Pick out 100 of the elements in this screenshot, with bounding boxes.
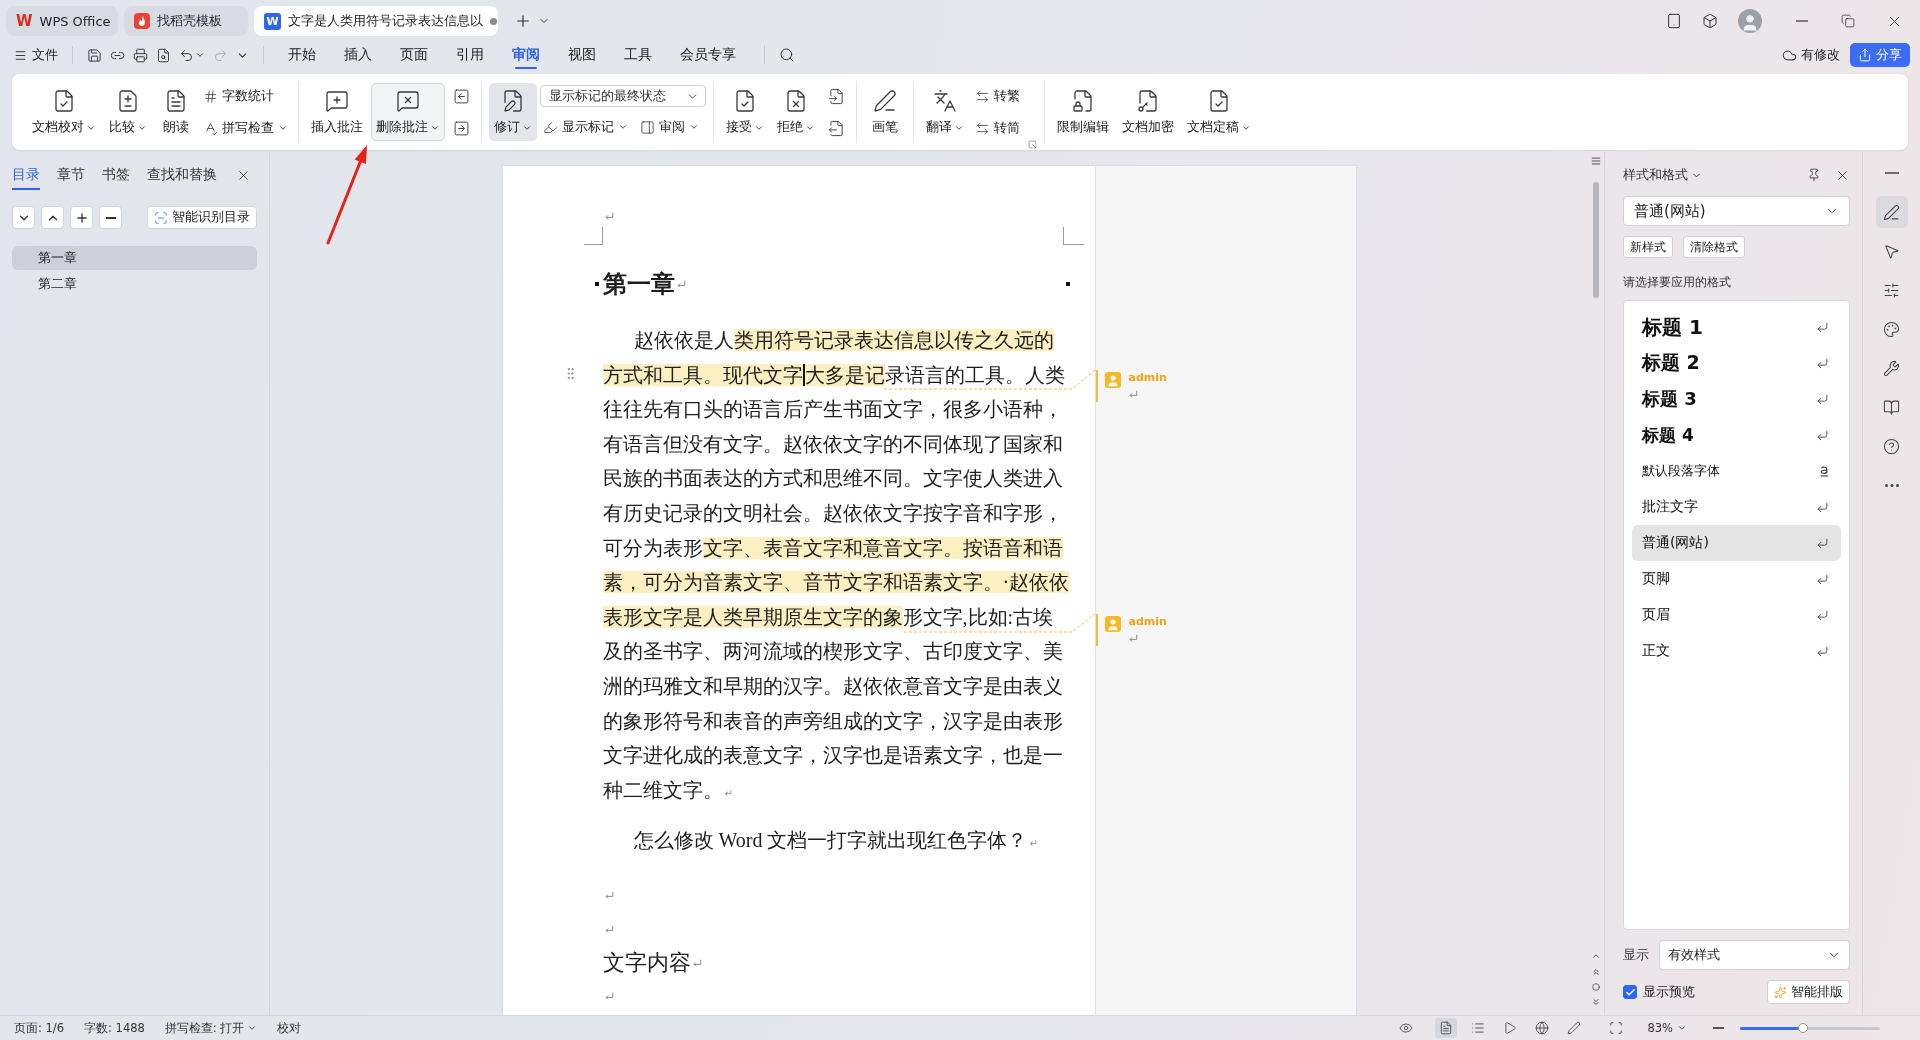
ribbon-button[interactable]: 朗读 [155, 83, 197, 141]
view-button[interactable] [1435, 1018, 1458, 1038]
panel-tab[interactable]: 查找和替换 [147, 160, 217, 190]
ribbon-tab[interactable]: 开始 [274, 38, 330, 72]
style-item[interactable]: 标题 3 [1632, 381, 1841, 417]
ribbon-button[interactable]: 限制编辑 [1052, 83, 1114, 141]
ribbon-button[interactable]: 画笔 [864, 83, 906, 141]
lines-icon[interactable] [1591, 156, 1601, 166]
ribbon-button[interactable]: 文档校对 [27, 83, 101, 141]
smart-toc-button[interactable]: 智能识别目录 [147, 206, 257, 229]
ribbon-button[interactable]: 比较 [104, 83, 152, 141]
status-item[interactable]: 拼写检查: 打开 [164, 1020, 258, 1036]
panel-title-menu[interactable]: 样式和格式 [1623, 166, 1702, 184]
style-action-button[interactable]: 新样式 [1623, 236, 1673, 258]
status-item[interactable]: 校对 [277, 1020, 302, 1036]
ribbon-button[interactable]: 文档加密 [1117, 83, 1179, 141]
cube-icon[interactable] [1702, 13, 1718, 29]
style-item[interactable]: 页眉 [1632, 597, 1841, 633]
ribbon-button[interactable]: 拒绝 [772, 83, 820, 141]
plus-icon[interactable] [514, 12, 532, 30]
ribbon-button[interactable]: 拼写检查 [200, 116, 291, 140]
style-item[interactable]: 标题 2 [1632, 345, 1841, 381]
restore-icon[interactable] [1841, 14, 1855, 28]
ribbon-button[interactable]: 显示标记 [540, 115, 631, 139]
cloud-icon [1782, 47, 1797, 63]
collapse-button[interactable] [41, 206, 64, 229]
smart-typeset-button[interactable]: 智能排版 [1767, 980, 1850, 1004]
add-level-button[interactable] [70, 206, 93, 229]
style-item[interactable]: 默认段落字体 [1632, 453, 1841, 489]
panel-tab[interactable]: 章节 [57, 160, 85, 190]
ribbon-button[interactable]: 转繁 [972, 84, 1023, 108]
ribbon-button[interactable]: 修订 [489, 83, 537, 141]
style-select[interactable]: 普通(网站) [1623, 196, 1850, 226]
highlighter-icon [543, 119, 558, 135]
square-arrow-left-icon[interactable] [452, 87, 470, 105]
double-chevron-up-icon[interactable] [1591, 967, 1601, 977]
caret-icon[interactable] [195, 50, 205, 60]
file-output-icon[interactable] [827, 119, 845, 137]
app-tab[interactable]: W WPS Office [6, 6, 118, 36]
search-icon[interactable] [779, 47, 795, 63]
square-arrow-right-icon[interactable] [452, 119, 470, 137]
style-item[interactable]: 标题 4 [1632, 417, 1841, 453]
pin-icon[interactable] [1807, 168, 1821, 182]
undo-icon[interactable] [179, 47, 194, 63]
expand-button[interactable] [12, 206, 35, 229]
app-tab[interactable]: 找稻壳模板 [124, 6, 248, 36]
file-menu-button[interactable]: 文件 [10, 42, 62, 68]
printer-icon[interactable] [133, 47, 148, 63]
file-search-icon[interactable] [156, 47, 171, 63]
ribbon-button[interactable]: 文档定稿 [1182, 83, 1256, 141]
ribbon-button[interactable]: 插入批注 [306, 83, 368, 141]
ribbon-tab[interactable]: 审阅 [498, 38, 554, 72]
share-button[interactable]: 分享 [1850, 43, 1910, 67]
remove-level-button[interactable] [99, 206, 122, 229]
caret-icon [247, 1023, 258, 1033]
app-tab[interactable]: W 文字是人类用符号记录表达信息以 [254, 6, 498, 36]
ribbon-button[interactable]: 审阅 [637, 115, 702, 139]
ribbon-button[interactable]: 字数统计 [200, 84, 277, 108]
file-diff-icon [116, 89, 140, 113]
panel-tab[interactable]: 书签 [102, 160, 130, 190]
zoom-level[interactable]: 83% [1647, 1021, 1687, 1035]
style-action-button[interactable]: 清除格式 [1683, 236, 1745, 258]
show-select[interactable]: 有效样式 [1659, 940, 1850, 970]
ribbon-button[interactable]: 翻译 [921, 83, 969, 141]
ribbon-tab[interactable]: 引用 [442, 38, 498, 72]
ribbon-button[interactable]: 删除批注 [371, 83, 445, 141]
panel-tab[interactable]: 目录 [12, 160, 40, 190]
double-chevron-down-icon[interactable] [1591, 997, 1601, 1007]
preview-checkbox[interactable] [1623, 985, 1637, 999]
ribbon-tab[interactable]: 插入 [330, 38, 386, 72]
scrollbar-thumb[interactable] [1593, 182, 1599, 298]
tablet-icon[interactable] [1666, 13, 1682, 29]
markup-mode-select[interactable]: 显示标记的最终状态 [540, 85, 706, 107]
chevron-up-icon[interactable] [1591, 951, 1601, 961]
book-icon [1883, 398, 1900, 416]
outline-item[interactable]: 第一章 [12, 246, 257, 270]
circle-icon[interactable] [1592, 983, 1600, 991]
status-item[interactable]: 字数: 1488 [84, 1020, 145, 1036]
style-item[interactable]: 批注文字 [1632, 489, 1841, 525]
ribbon-tab[interactable]: 工具 [610, 38, 666, 72]
ribbon-button[interactable]: 接受 [721, 83, 769, 141]
file-input-icon[interactable] [827, 87, 845, 105]
style-item[interactable]: 页脚 [1632, 561, 1841, 597]
save-icon[interactable] [87, 47, 102, 63]
swap-arrows-icon [975, 120, 990, 136]
style-item[interactable]: 标题 1 [1632, 309, 1841, 345]
fit-window-icon[interactable] [1609, 1021, 1624, 1035]
ribbon-tab[interactable]: 页面 [386, 38, 442, 72]
sync-status-button[interactable]: 有修改 [1778, 43, 1844, 67]
ribbon-tab[interactable]: 视图 [554, 38, 610, 72]
panel-icon [640, 119, 655, 135]
outline-item[interactable]: 第二章 [12, 272, 257, 296]
status-item[interactable]: 页面: 1/6 [14, 1020, 65, 1036]
style-item[interactable]: 普通(网站) [1632, 525, 1841, 561]
style-item[interactable]: 正文 [1632, 633, 1841, 669]
zoom-slider[interactable] [1740, 1026, 1880, 1030]
slider-thumb[interactable] [1798, 1022, 1808, 1033]
ribbon-button[interactable]: 转简 [972, 116, 1023, 140]
ribbon-tab[interactable]: 会员专享 [666, 38, 750, 72]
side-tool-button[interactable] [1875, 196, 1908, 228]
